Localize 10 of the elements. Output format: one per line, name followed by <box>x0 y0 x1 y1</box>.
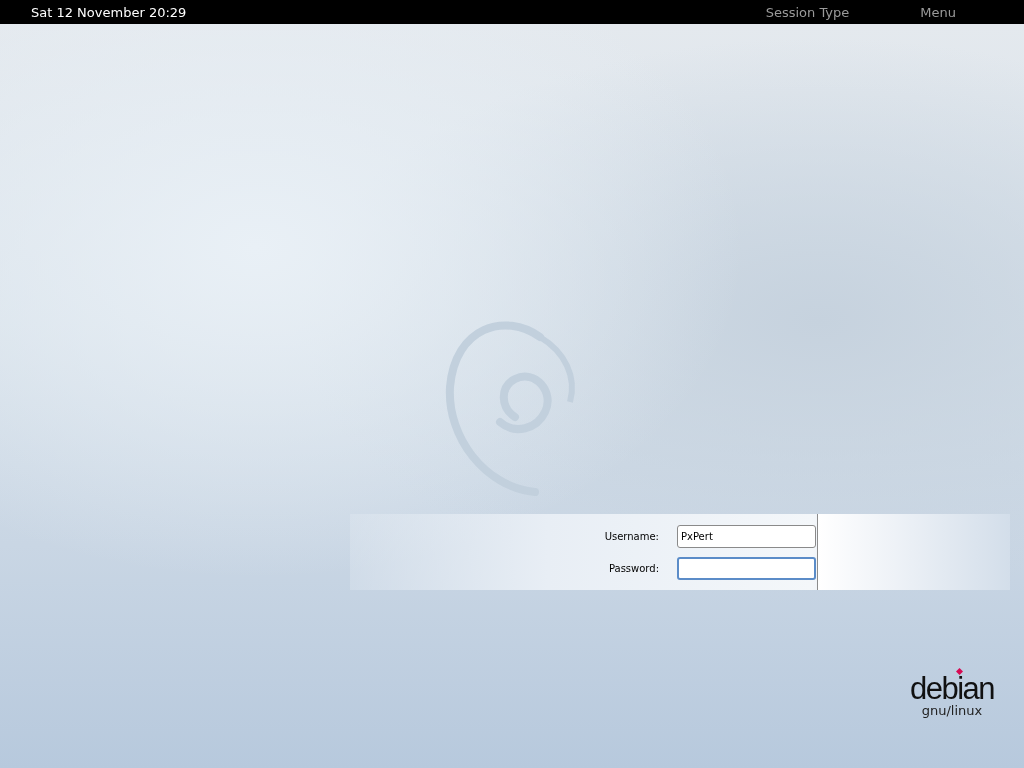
clock: Sat 12 November 20:29 <box>31 4 187 20</box>
menu-item[interactable]: Session Type <box>765 4 850 20</box>
diamond-icon <box>955 668 963 675</box>
field-label: Username: <box>603 530 659 542</box>
menu-item[interactable]: Menu <box>920 4 956 20</box>
field-label: Password: <box>607 562 659 574</box>
logo-wordmark: debian <box>909 674 994 704</box>
logo-tagline: gnu/linux <box>921 704 983 718</box>
input-field[interactable] <box>677 556 816 580</box>
input-field[interactable]: PxPert <box>677 524 816 548</box>
